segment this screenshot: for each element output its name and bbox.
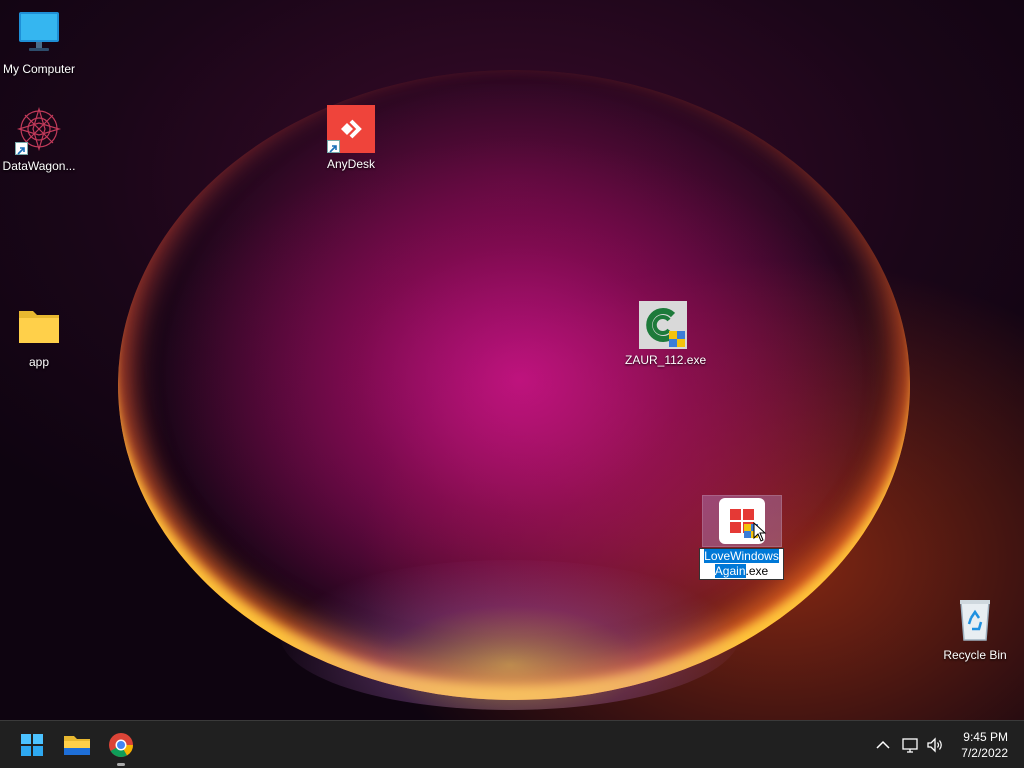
recycle-bin-icon: [951, 596, 999, 644]
speaker-icon: [927, 737, 942, 753]
running-indicator: [117, 763, 125, 766]
desktop-icon-my-computer[interactable]: My Computer: [1, 10, 77, 77]
folder-icon: [15, 303, 63, 351]
clock[interactable]: 9:45 PM 7/2/2022: [961, 729, 1008, 761]
rename-extension-text: .exe: [745, 564, 769, 578]
rename-selected-text: LoveWindows: [704, 549, 779, 563]
desktop-icon-label: DataWagon...: [2, 159, 76, 173]
file-explorer-icon: [64, 736, 90, 755]
network-button[interactable]: [900, 735, 920, 755]
monitor-icon: [15, 10, 63, 58]
desktop-icon-label: ZAUR_112.exe: [625, 353, 707, 367]
desktop-icon-label: AnyDesk: [326, 157, 376, 171]
desktop-icon-lovewindowsagain[interactable]: [702, 495, 782, 547]
mouse-cursor-icon: [753, 521, 767, 542]
anydesk-icon: [327, 105, 375, 153]
desktop-icon-label: app: [28, 355, 50, 369]
rename-selected-text: Again: [714, 564, 746, 578]
desktop[interactable]: My Computer DataWagon... AnyDesk app ZAU…: [0, 0, 1024, 720]
desktop-icon-recycle-bin[interactable]: Recycle Bin: [937, 596, 1013, 663]
desktop-icon-label: Recycle Bin: [943, 648, 1007, 662]
wallpaper-glow: [280, 560, 740, 710]
file-explorer-button[interactable]: [61, 729, 93, 761]
start-button[interactable]: [16, 729, 48, 761]
chrome-icon: [109, 733, 133, 758]
chrome-button[interactable]: [105, 729, 137, 766]
datawagon-icon: [15, 106, 63, 155]
desktop-icon-zaur[interactable]: ZAUR_112.exe: [625, 301, 707, 368]
shortcut-arrow-icon: [15, 142, 28, 155]
taskbar: 9:45 PM 7/2/2022: [0, 720, 1024, 768]
show-hidden-icons-button[interactable]: [873, 735, 893, 755]
desktop-icon-anydesk[interactable]: AnyDesk: [313, 105, 389, 172]
clock-date: 7/2/2022: [961, 746, 1008, 760]
chevron-up-icon: [876, 740, 890, 749]
network-icon: [902, 738, 918, 753]
shortcut-arrow-icon: [327, 140, 340, 153]
windows-start-icon: [21, 734, 43, 756]
volume-button[interactable]: [925, 735, 945, 755]
rename-textbox[interactable]: LoveWindows Again.exe: [699, 548, 784, 580]
clock-time: 9:45 PM: [963, 730, 1008, 744]
desktop-icon-app-folder[interactable]: app: [1, 303, 77, 370]
desktop-icon-datawagon[interactable]: DataWagon...: [1, 106, 77, 174]
desktop-icon-label: My Computer: [2, 62, 76, 76]
zaur-app-icon: [639, 301, 687, 349]
